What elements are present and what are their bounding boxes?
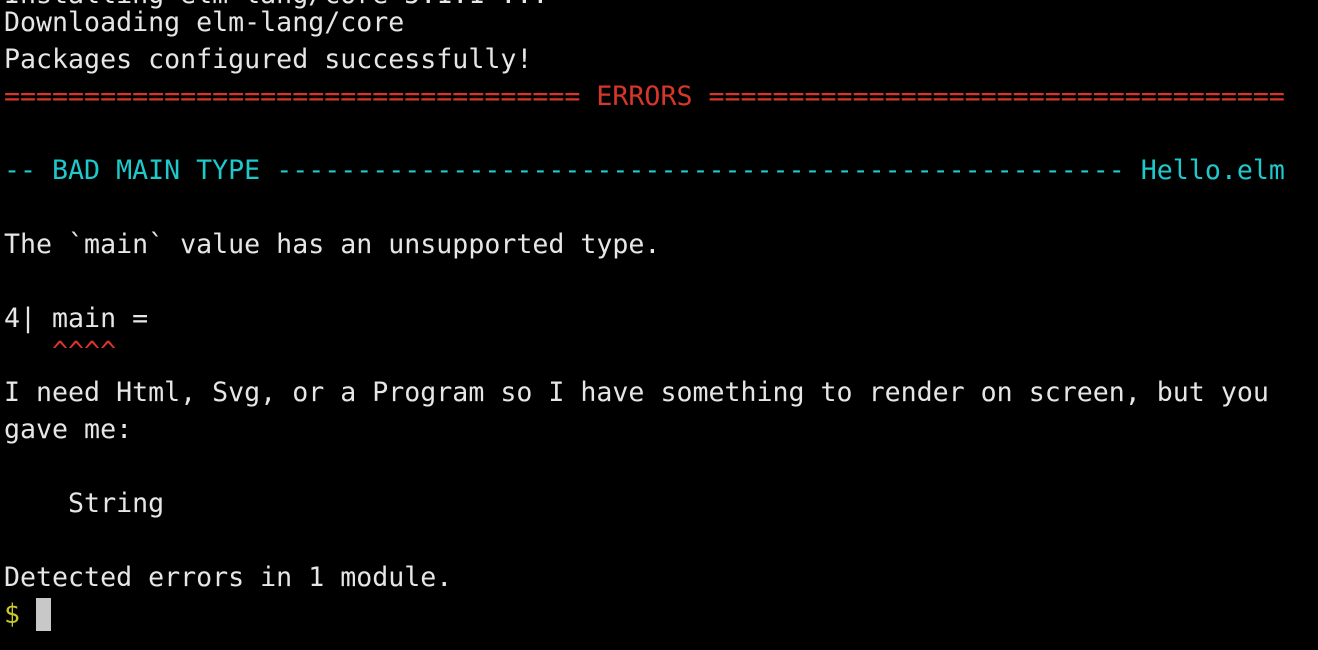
text-cursor[interactable] bbox=[36, 598, 51, 631]
need-html-message-line-2: gave me: bbox=[4, 414, 133, 445]
header-dashes: ----------------------------------------… bbox=[276, 155, 1125, 186]
error-file-name: Hello.elm bbox=[1124, 155, 1285, 186]
downloading-line: Downloading elm-lang/core bbox=[4, 7, 405, 38]
given-type-line: String bbox=[4, 488, 165, 519]
bad-main-type-header: -- BAD MAIN TYPE -----------------------… bbox=[4, 152, 1285, 189]
error-title: -- BAD MAIN TYPE bbox=[4, 155, 277, 186]
need-html-message-line-1: I need Html, Svg, or a Program so I have… bbox=[4, 377, 1269, 408]
error-carets: ^^^^ bbox=[4, 336, 117, 367]
unsupported-type-message: The `main` value has an unsupported type… bbox=[4, 229, 661, 260]
code-snippet-line: 4| main = bbox=[4, 303, 149, 334]
errors-banner: ==================================== ERR… bbox=[4, 81, 1285, 112]
packages-configured-line: Packages configured successfully! bbox=[4, 44, 533, 75]
detected-errors-line: Detected errors in 1 module. bbox=[4, 562, 453, 593]
terminal-window[interactable]: Installing elm-lang/core 5.1.1 ... Downl… bbox=[0, 0, 1318, 650]
shell-prompt-symbol: $ bbox=[4, 599, 21, 630]
